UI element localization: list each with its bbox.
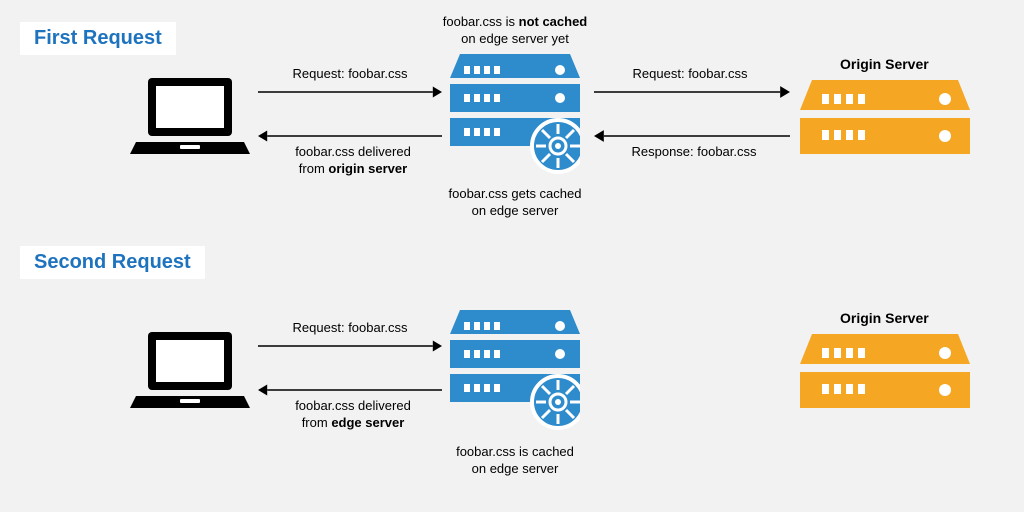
arrow-right-icon: [594, 86, 790, 98]
arrow-label-response-3-bold: edge server: [331, 415, 404, 430]
arrow-right-icon: [258, 340, 442, 352]
arrow-label-response-1: foobar.css delivered from origin server: [278, 144, 428, 178]
arrow-label-response-1-bold: origin server: [328, 161, 407, 176]
edge-caption-top-text: foobar.css is: [443, 14, 519, 29]
edge-caption-top-bold: not cached: [519, 14, 588, 29]
edge-caption-bottom: foobar.css gets cached on edge server: [435, 186, 595, 220]
arrow-label-response-3-line1: foobar.css delivered: [295, 398, 411, 413]
arrow-left-icon: [258, 130, 442, 142]
origin-server-icon: [800, 334, 970, 414]
arrow-left-icon: [594, 130, 790, 142]
arrow-label-response-1-from: from: [299, 161, 329, 176]
edge-caption-top: foobar.css is not cached on edge server …: [440, 14, 590, 48]
origin-server-title: Origin Server: [840, 310, 929, 326]
arrow-label-response-3: foobar.css delivered from edge server: [278, 398, 428, 432]
edge-caption-bot2-line2: on edge server: [472, 461, 559, 476]
laptop-icon: [130, 326, 250, 416]
arrow-label-response-2: Response: foobar.css: [614, 144, 774, 161]
heading-second-request: Second Request: [20, 246, 205, 279]
heading-first-request: First Request: [20, 22, 176, 55]
edge-caption-top-line2: on edge server yet: [461, 31, 569, 46]
edge-caption-bot-line2: on edge server: [472, 203, 559, 218]
edge-server-cache-icon: [450, 54, 580, 184]
origin-server-icon: [800, 80, 970, 160]
origin-server-title: Origin Server: [840, 56, 929, 72]
arrow-label-request-1: Request: foobar.css: [280, 66, 420, 83]
edge-caption-bot-line1: foobar.css gets cached: [449, 186, 582, 201]
edge-caption-bottom-2: foobar.css is cached on edge server: [440, 444, 590, 478]
arrow-label-request-3: Request: foobar.css: [280, 320, 420, 337]
edge-server-cache-icon: [450, 310, 580, 440]
arrow-label-request-2: Request: foobar.css: [620, 66, 760, 83]
edge-caption-bot2-line1: foobar.css is cached: [456, 444, 574, 459]
laptop-icon: [130, 72, 250, 162]
arrow-left-icon: [258, 384, 442, 396]
arrow-label-response-3-from: from: [302, 415, 332, 430]
arrow-right-icon: [258, 86, 442, 98]
arrow-label-response-1-line1: foobar.css delivered: [295, 144, 411, 159]
